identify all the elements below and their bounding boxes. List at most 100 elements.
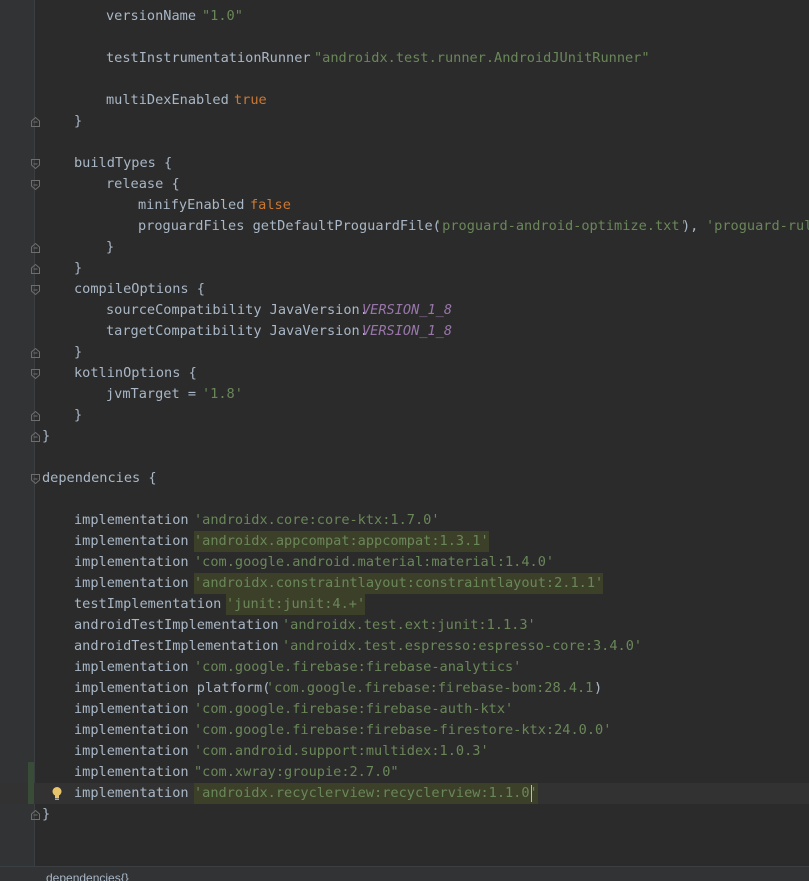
code-line[interactable]: androidTestImplementation 'androidx.test… — [0, 615, 809, 636]
code-line[interactable]: implementation 'androidx.constraintlayou… — [0, 573, 809, 594]
breadcrumb[interactable]: dependencies{} — [46, 871, 129, 881]
fold-icon[interactable] — [31, 285, 40, 295]
fold-icon[interactable] — [31, 810, 40, 820]
code-line[interactable]: } — [0, 804, 809, 825]
code-line[interactable] — [0, 69, 809, 90]
fold-icon[interactable] — [31, 117, 40, 127]
code-token: testInstrumentationRunner — [106, 50, 319, 66]
code-token: implementation — [74, 701, 197, 717]
code-line[interactable]: implementation 'androidx.core:core-ktx:1… — [0, 510, 809, 531]
code-line[interactable]: dependencies { — [0, 468, 809, 489]
fold-icon[interactable] — [31, 159, 40, 169]
code-token: implementation — [74, 575, 197, 591]
code-token: } — [74, 407, 83, 423]
code-line[interactable] — [0, 27, 809, 48]
code-token: implementation — [74, 764, 197, 780]
code-line[interactable]: } — [0, 405, 809, 426]
code-line[interactable]: proguardFiles getDefaultProguardFile('pr… — [0, 216, 809, 237]
string-literal: 'androidx.test.ext:junit:1.1.3' — [282, 617, 536, 633]
string-literal: "1.0" — [202, 8, 243, 24]
code-token: versionName — [106, 8, 205, 24]
code-token: ), — [682, 218, 707, 234]
code-token: minifyEnabled — [138, 197, 253, 213]
code-editor[interactable]: versionName "1.0" testInstrumentationRunn… — [0, 0, 809, 881]
text-caret — [531, 785, 532, 802]
code-line[interactable]: implementation 'com.google.firebase:fire… — [0, 657, 809, 678]
code-line[interactable]: testInstrumentationRunner "androidx.test… — [0, 48, 809, 69]
code-area[interactable]: versionName "1.0" testInstrumentationRunn… — [0, 0, 809, 866]
string-literal: 'com.google.android.material:material:1.… — [194, 554, 555, 570]
fold-icon[interactable] — [31, 348, 40, 358]
code-token: implementation platform( — [74, 680, 271, 696]
code-token: implementation — [74, 554, 197, 570]
code-line[interactable]: } — [0, 342, 809, 363]
code-line[interactable]: compileOptions { — [0, 279, 809, 300]
fold-icon[interactable] — [31, 180, 40, 190]
constant: VERSION_1_8 — [362, 302, 453, 318]
code-line[interactable]: targetCompatibility JavaVersion. VERSION_… — [0, 321, 809, 342]
code-line[interactable]: multiDexEnabled true — [0, 90, 809, 111]
code-line[interactable]: } — [0, 111, 809, 132]
string-literal: 'com.google.firebase:firebase-analytics' — [194, 659, 522, 675]
string-literal: "androidx.test.runner.AndroidJUnitRunner… — [314, 50, 650, 66]
code-line[interactable]: jvmTarget = '1.8' — [0, 384, 809, 405]
string-literal: 'com.google.firebase:firebase-bom:28.4.1… — [266, 680, 602, 696]
code-line[interactable]: implementation 'com.android.support:mult… — [0, 741, 809, 762]
code-token: androidTestImplementation — [74, 638, 287, 654]
code-token: } — [42, 428, 51, 444]
code-token: targetCompatibility JavaVersion. — [106, 323, 368, 339]
keyword: false — [250, 197, 291, 213]
lightbulb-icon[interactable] — [50, 786, 64, 801]
string-literal: 'androidx.recyclerview:recyclerview:1.1.… — [194, 783, 538, 804]
change-marker[interactable] — [28, 783, 34, 804]
fold-icon[interactable] — [31, 432, 40, 442]
code-token: compileOptions { — [74, 281, 205, 297]
code-line[interactable]: implementation 'androidx.recyclerview:re… — [0, 783, 809, 804]
code-token: testImplementation — [74, 596, 230, 612]
breadcrumb-bar: dependencies{} — [0, 866, 809, 881]
change-marker[interactable] — [28, 762, 34, 783]
code-line[interactable]: versionName "1.0" — [0, 6, 809, 27]
code-line[interactable]: implementation 'androidx.appcompat:appco… — [0, 531, 809, 552]
code-line[interactable]: } — [0, 426, 809, 447]
string-literal: 'androidx.core:core-ktx:1.7.0' — [194, 512, 440, 528]
fold-icon[interactable] — [31, 243, 40, 253]
string-literal: 'proguard-rules.pro' — [706, 218, 809, 234]
code-line[interactable]: implementation 'com.google.firebase:fire… — [0, 699, 809, 720]
code-line[interactable]: release { — [0, 174, 809, 195]
code-line[interactable]: implementation 'com.google.android.mater… — [0, 552, 809, 573]
constant: VERSION_1_8 — [362, 323, 453, 339]
code-line[interactable]: } — [0, 258, 809, 279]
fold-icon[interactable] — [31, 264, 40, 274]
code-token: implementation — [74, 659, 197, 675]
string-literal: 'proguard-android-optimize.txt' — [434, 218, 688, 234]
code-token: multiDexEnabled — [106, 92, 237, 108]
code-line[interactable]: sourceCompatibility JavaVersion. VERSION_… — [0, 300, 809, 321]
code-token: implementation — [74, 722, 197, 738]
code-token: buildTypes { — [74, 155, 173, 171]
code-line[interactable]: implementation platform('com.google.fire… — [0, 678, 809, 699]
code-line[interactable]: testImplementation 'junit:junit:4.+' — [0, 594, 809, 615]
code-token: kotlinOptions { — [74, 365, 197, 381]
code-token: implementation — [74, 512, 197, 528]
code-line[interactable] — [0, 489, 809, 510]
fold-icon[interactable] — [31, 474, 40, 484]
code-line[interactable]: } — [0, 237, 809, 258]
code-line[interactable] — [0, 132, 809, 153]
code-token: implementation — [74, 743, 197, 759]
code-line[interactable]: androidTestImplementation 'androidx.test… — [0, 636, 809, 657]
code-line[interactable]: implementation "com.xwray:groupie:2.7.0" — [0, 762, 809, 783]
code-token: androidTestImplementation — [74, 617, 287, 633]
code-line[interactable] — [0, 447, 809, 468]
code-token: release { — [106, 176, 180, 192]
code-token: implementation — [74, 533, 197, 549]
fold-icon[interactable] — [31, 369, 40, 379]
code-line[interactable]: implementation 'com.google.firebase:fire… — [0, 720, 809, 741]
code-token: sourceCompatibility JavaVersion. — [106, 302, 368, 318]
code-token: jvmTarget = — [106, 386, 205, 402]
fold-icon[interactable] — [31, 411, 40, 421]
code-line[interactable]: minifyEnabled false — [0, 195, 809, 216]
code-line[interactable]: buildTypes { — [0, 153, 809, 174]
code-token: } — [74, 113, 83, 129]
code-line[interactable]: kotlinOptions { — [0, 363, 809, 384]
